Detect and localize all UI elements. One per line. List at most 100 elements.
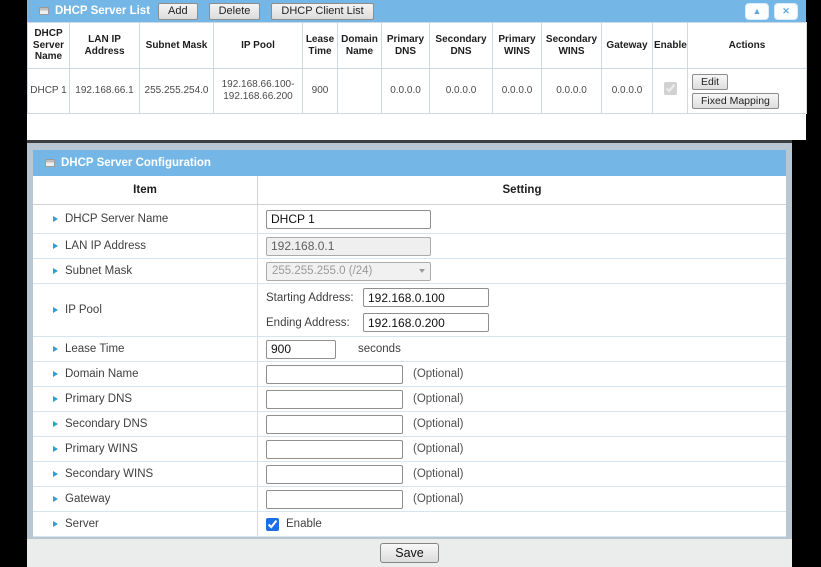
col-secondary-dns: Secondary DNS (430, 23, 493, 69)
gateway-input[interactable] (266, 490, 403, 509)
lease-time-label: Lease Time (65, 343, 124, 355)
col-lease-time: Lease Time (303, 23, 338, 69)
dhcp-server-list-header-bar: DHCP Server List Add Delete DHCP Client … (27, 0, 806, 22)
row-secondary-wins: Secondary WINS (Optional) (33, 462, 786, 487)
dhcp-client-list-button[interactable]: DHCP Client List (271, 3, 373, 20)
row-lan-ip-address: LAN IP Address (33, 234, 786, 259)
col-dhcp-server-name: DHCP Server Name (28, 23, 70, 69)
optional-note: (Optional) (413, 418, 464, 430)
col-domain-name: Domain Name (338, 23, 382, 69)
secondary-wins-label: Secondary WINS (65, 468, 153, 480)
item-arrow-icon (53, 307, 58, 313)
cell-ip-pool: 192.168.66.100-192.168.66.200 (214, 69, 303, 114)
cell-secondary-dns: 0.0.0.0 (430, 69, 493, 114)
item-arrow-icon (53, 346, 58, 352)
save-button[interactable]: Save (380, 543, 439, 563)
col-enable: Enable (653, 23, 688, 69)
col-subnet-mask: Subnet Mask (140, 23, 214, 69)
lan-ip-address-input (266, 237, 431, 256)
dhcp-server-name-input[interactable] (266, 210, 431, 229)
dhcp-server-list-panel: DHCP Server List Add Delete DHCP Client … (27, 0, 806, 140)
row-dhcp-server-name: DHCP Server Name (33, 205, 786, 234)
cell-primary-dns: 0.0.0.0 (382, 69, 430, 114)
secondary-dns-input[interactable] (266, 415, 403, 434)
starting-address-input[interactable] (363, 288, 489, 307)
row-gateway: Gateway (Optional) (33, 487, 786, 512)
col-ip-pool: IP Pool (214, 23, 303, 69)
gateway-label: Gateway (65, 493, 110, 505)
primary-wins-label: Primary WINS (65, 443, 138, 455)
configuration-table-header: Item Setting (33, 176, 786, 205)
dhcp-server-configuration-title: DHCP Server Configuration (61, 157, 211, 169)
optional-note: (Optional) (413, 443, 464, 455)
subnet-mask-label: Subnet Mask (65, 265, 132, 277)
optional-note: (Optional) (413, 493, 464, 505)
secondary-wins-input[interactable] (266, 465, 403, 484)
edit-button[interactable]: Edit (692, 74, 728, 90)
primary-wins-input[interactable] (266, 440, 403, 459)
domain-name-input[interactable] (266, 365, 403, 384)
dhcp-server-list-table: DHCP Server Name LAN IP Address Subnet M… (27, 22, 807, 114)
collapse-panel-icon[interactable]: ▲ (745, 3, 769, 20)
subnet-mask-select: 255.255.255.0 (/24) (266, 262, 431, 281)
server-label: Server (65, 518, 99, 530)
col-actions: Actions (688, 23, 807, 69)
item-arrow-icon (53, 471, 58, 477)
row-subnet-mask: Subnet Mask 255.255.255.0 (/24) (33, 259, 786, 284)
lan-ip-address-label: LAN IP Address (65, 240, 146, 252)
lease-time-unit: seconds (358, 343, 401, 355)
cell-subnet-mask: 255.255.254.0 (140, 69, 214, 114)
cell-domain-name (338, 69, 382, 114)
optional-note: (Optional) (413, 468, 464, 480)
cell-enable (653, 69, 688, 114)
item-arrow-icon (53, 243, 58, 249)
dhcp-server-configuration-panel: DHCP Server Configuration Item Setting D… (27, 140, 792, 567)
configuration-table: Item Setting DHCP Server Name LAN IP Add… (33, 176, 786, 537)
row-domain-name: Domain Name (Optional) (33, 362, 786, 387)
row-enable-checkbox[interactable] (664, 82, 677, 95)
cell-lease-time: 900 (303, 69, 338, 114)
item-arrow-icon (53, 371, 58, 377)
col-primary-wins: Primary WINS (493, 23, 542, 69)
table-row: DHCP 1 192.168.66.1 255.255.254.0 192.16… (28, 69, 807, 114)
lease-time-input[interactable] (266, 340, 336, 359)
item-arrow-icon (53, 396, 58, 402)
window-controls: ▲ ✕ (745, 3, 798, 20)
item-arrow-icon (53, 268, 58, 274)
cell-primary-wins: 0.0.0.0 (493, 69, 542, 114)
row-primary-dns: Primary DNS (Optional) (33, 387, 786, 412)
optional-note: (Optional) (413, 368, 464, 380)
panel-collapse-icon (45, 159, 55, 167)
row-primary-wins: Primary WINS (Optional) (33, 437, 786, 462)
cell-actions: Edit Fixed Mapping (688, 69, 807, 114)
row-secondary-dns: Secondary DNS (Optional) (33, 412, 786, 437)
dhcp-server-list-title: DHCP Server List (55, 5, 150, 17)
ending-address-label: Ending Address: (266, 317, 363, 329)
primary-dns-label: Primary DNS (65, 393, 132, 405)
item-arrow-icon (53, 421, 58, 427)
cell-gateway: 0.0.0.0 (602, 69, 653, 114)
fixed-mapping-button[interactable]: Fixed Mapping (692, 93, 779, 109)
screen: DHCP Server List Add Delete DHCP Client … (0, 0, 821, 567)
configuration-footer: Save (27, 539, 792, 567)
dhcp-server-configuration-header-bar: DHCP Server Configuration (33, 150, 786, 176)
item-arrow-icon (53, 446, 58, 452)
server-enable-checkbox[interactable] (266, 518, 279, 531)
secondary-dns-label: Secondary DNS (65, 418, 147, 430)
row-ip-pool: IP Pool Starting Address: Ending Address… (33, 284, 786, 337)
add-button[interactable]: Add (158, 3, 198, 20)
row-server: Server Enable (33, 512, 786, 537)
item-arrow-icon (53, 216, 58, 222)
cell-lan-ip: 192.168.66.1 (70, 69, 140, 114)
close-panel-icon[interactable]: ✕ (774, 3, 798, 20)
chevron-down-icon (419, 269, 425, 273)
primary-dns-input[interactable] (266, 390, 403, 409)
delete-button[interactable]: Delete (209, 3, 261, 20)
list-table-header-row: DHCP Server Name LAN IP Address Subnet M… (28, 23, 807, 69)
ending-address-input[interactable] (363, 313, 489, 332)
setting-column-header: Setting (258, 176, 786, 204)
optional-note: (Optional) (413, 393, 464, 405)
panel-collapse-icon (39, 7, 49, 15)
col-primary-dns: Primary DNS (382, 23, 430, 69)
starting-address-label: Starting Address: (266, 292, 363, 304)
